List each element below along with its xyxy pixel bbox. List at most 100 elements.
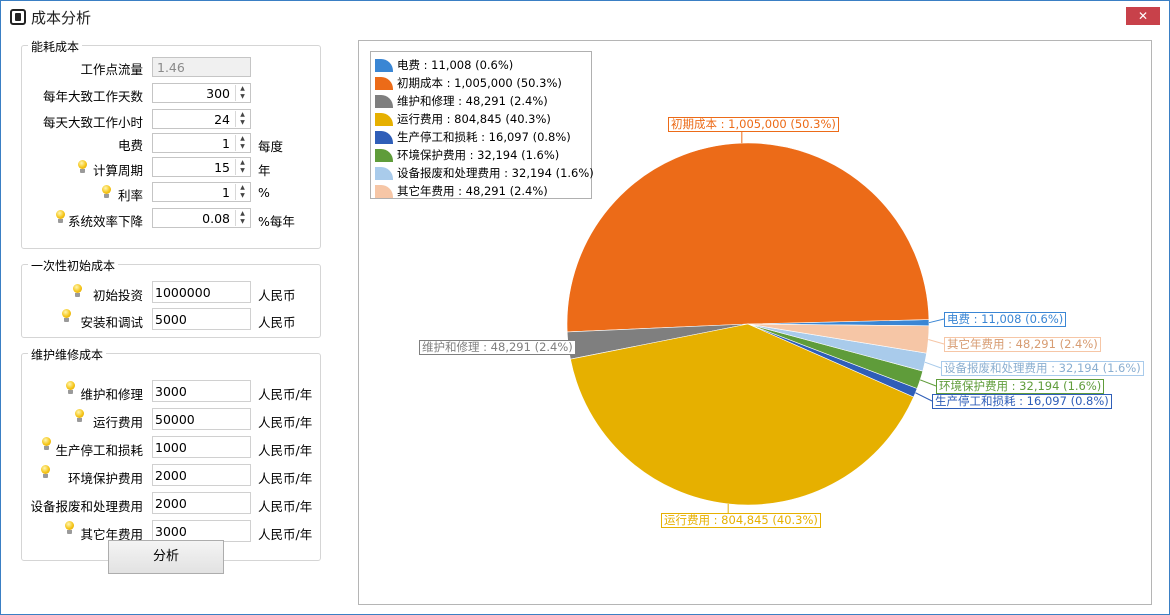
legend-label: 初期成本 : 1,005,000 (50.3%)	[397, 76, 562, 90]
environment-label: 环境保护费用	[67, 471, 143, 486]
callout-line	[915, 392, 933, 402]
downtime-unit: 人民币/年	[258, 443, 313, 458]
flow-label: 工作点流量	[80, 62, 143, 77]
lightbulb-icon	[74, 409, 85, 423]
spin-down-icon[interactable]: ▼	[236, 119, 249, 127]
spin-down-icon[interactable]: ▼	[236, 93, 249, 101]
hours-label: 每天大致工作小时	[42, 115, 143, 130]
repair-unit: 人民币/年	[258, 387, 313, 402]
analyze-button[interactable]: 分析	[108, 540, 224, 574]
close-button[interactable]: ✕	[1126, 7, 1160, 25]
spin-down-icon[interactable]: ▼	[236, 143, 249, 151]
days-value: 300	[206, 86, 230, 101]
decline-unit: %每年	[258, 214, 295, 229]
install-unit: 人民币	[258, 315, 296, 330]
decline-value: 0.08	[202, 211, 230, 226]
investment-input[interactable]: 1000000	[152, 281, 251, 303]
chart-legend: 电费 : 11,008 (0.6%) 初期成本 : 1,005,000 (50.3…	[370, 51, 594, 199]
period-spin-buttons[interactable]: ▲ ▼	[235, 159, 249, 175]
electricity-spin-buttons[interactable]: ▲ ▼	[235, 135, 249, 151]
operating-unit: 人民币/年	[258, 415, 313, 430]
legend-label: 其它年费用 : 48,291 (2.4%)	[397, 184, 548, 198]
days-spin-buttons[interactable]: ▲ ▼	[235, 85, 249, 101]
decline-spinbox[interactable]: 0.08 ▲ ▼	[152, 208, 251, 228]
input-panel: 能耗成本 工作点流量 1.46 每年大致工作天数 300 ▲ ▼ 每天大致工作小时…	[1, 31, 346, 614]
slice-data-label: 运行费用 : 804,845 (40.3%)	[661, 513, 821, 528]
install-label: 安装和调试	[80, 315, 143, 330]
spin-up-icon[interactable]: ▲	[236, 159, 249, 167]
repair-label: 维护和修理	[80, 387, 143, 402]
period-spinbox[interactable]: 15 ▲ ▼	[152, 157, 251, 177]
legend-swatch	[375, 113, 393, 126]
rate-spinbox[interactable]: 1 ▲ ▼	[152, 182, 251, 202]
environment-input[interactable]: 2000	[152, 464, 251, 486]
spin-up-icon[interactable]: ▲	[236, 85, 249, 93]
legend-swatch	[375, 59, 393, 72]
legend-label: 设备报废和处理费用 : 32,194 (1.6%)	[397, 166, 594, 180]
cost-analysis-window: 成本分析 ✕ 能耗成本 工作点流量 1.46 每年大致工作天数 300 ▲ ▼ 每…	[0, 0, 1170, 615]
legend-swatch	[375, 149, 393, 162]
app-icon	[10, 9, 26, 25]
legend-swatch	[375, 95, 393, 108]
lightbulb-icon	[72, 284, 83, 298]
rate-unit: %	[258, 185, 270, 200]
operating-label: 运行费用	[92, 415, 143, 430]
hours-spin-buttons[interactable]: ▲ ▼	[235, 111, 249, 127]
slice-data-label: 其它年费用 : 48,291 (2.4%)	[944, 337, 1101, 352]
slice-data-label: 设备报废和处理费用 : 32,194 (1.6%)	[941, 361, 1144, 376]
electricity-spinbox[interactable]: 1 ▲ ▼	[152, 133, 251, 153]
slice-data-label: 电费 : 11,008 (0.6%)	[944, 312, 1067, 327]
spin-down-icon[interactable]: ▼	[236, 192, 249, 200]
flow-field[interactable]: 1.46	[152, 57, 251, 77]
environment-unit: 人民币/年	[258, 471, 313, 486]
hours-spinbox[interactable]: 24 ▲ ▼	[152, 109, 251, 129]
hours-value: 24	[214, 112, 230, 127]
legend-swatch	[375, 131, 393, 144]
spin-down-icon[interactable]: ▼	[236, 167, 249, 175]
electricity-value: 1	[222, 136, 230, 151]
pie-slice	[566, 142, 930, 333]
slice-data-label: 环境保护费用 : 32,194 (1.6%)	[936, 379, 1105, 394]
lightbulb-icon	[61, 309, 72, 323]
disposal-input[interactable]: 2000	[152, 492, 251, 514]
rate-value: 1	[222, 185, 230, 200]
period-unit: 年	[258, 163, 271, 178]
callout-line	[928, 318, 945, 324]
other-input[interactable]: 3000	[152, 520, 251, 542]
install-input[interactable]: 5000	[152, 308, 251, 330]
disposal-unit: 人民币/年	[258, 499, 313, 514]
downtime-input[interactable]: 1000	[152, 436, 251, 458]
slice-data-label: 初期成本 : 1,005,000 (50.3%)	[668, 117, 839, 132]
decline-spin-buttons[interactable]: ▲ ▼	[235, 210, 249, 226]
electricity-unit: 每度	[258, 139, 284, 154]
days-spinbox[interactable]: 300 ▲ ▼	[152, 83, 251, 103]
investment-label: 初始投资	[92, 288, 143, 303]
spin-up-icon[interactable]: ▲	[236, 135, 249, 143]
window-title: 成本分析	[31, 9, 92, 27]
legend-label: 电费 : 11,008 (0.6%)	[397, 58, 514, 72]
legend-swatch	[375, 185, 393, 198]
other-unit: 人民币/年	[258, 527, 313, 542]
operating-input[interactable]: 50000	[152, 408, 251, 430]
investment-unit: 人民币	[258, 288, 296, 303]
spin-down-icon[interactable]: ▼	[236, 218, 249, 226]
legend-label: 生产停工和损耗 : 16,097 (0.8%)	[397, 130, 571, 144]
lightbulb-icon	[40, 465, 51, 479]
legend-label: 环境保护费用 : 32,194 (1.6%)	[397, 148, 560, 162]
spin-up-icon[interactable]: ▲	[236, 210, 249, 218]
rate-spin-buttons[interactable]: ▲ ▼	[235, 184, 249, 200]
spin-up-icon[interactable]: ▲	[236, 111, 249, 119]
days-label: 每年大致工作天数	[42, 89, 143, 104]
callout-line	[919, 379, 937, 387]
maintenance-cost-group-title: 维护维修成本	[28, 346, 107, 363]
slice-data-label: 生产停工和损耗 : 16,097 (0.8%)	[932, 394, 1112, 409]
legend-swatch	[375, 77, 393, 90]
lightbulb-icon	[55, 210, 66, 224]
downtime-label: 生产停工和损耗	[55, 443, 143, 458]
repair-input[interactable]: 3000	[152, 380, 251, 402]
spin-up-icon[interactable]: ▲	[236, 184, 249, 192]
callout-line	[928, 339, 945, 345]
period-label: 计算周期	[92, 163, 143, 178]
lightbulb-icon	[64, 521, 75, 535]
legend-label: 运行费用 : 804,845 (40.3%)	[397, 112, 551, 126]
